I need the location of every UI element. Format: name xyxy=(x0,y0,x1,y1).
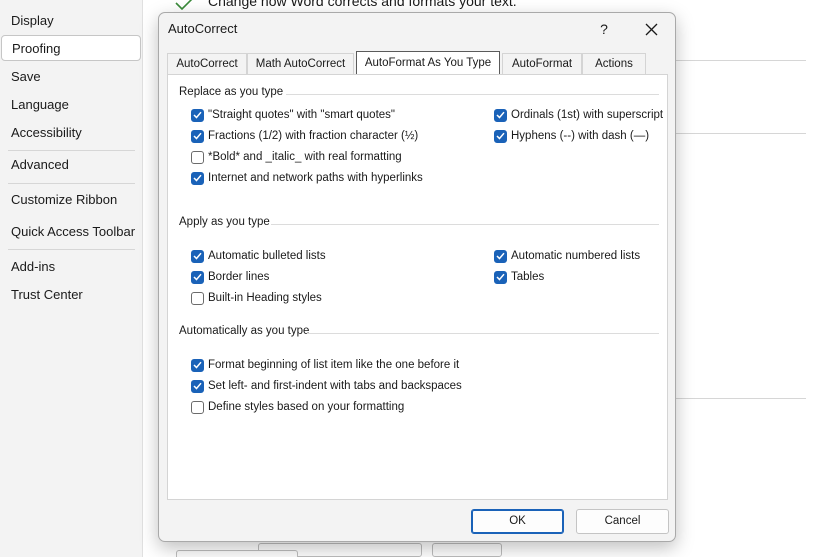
group-title-apply: Apply as you type xyxy=(179,216,270,228)
option-label: Internet and network paths with hyperlin… xyxy=(208,172,423,184)
option-label: Define styles based on your formatting xyxy=(208,401,405,413)
option-label: Automatic numbered lists xyxy=(511,250,641,262)
autocorrect-dialog: AutoCorrect ? AutoCorrect Math AutoCorre… xyxy=(158,12,676,542)
option-fractions[interactable]: Fractions (1/2) with fraction character … xyxy=(191,128,418,144)
sidebar-separator xyxy=(8,249,135,250)
options-page-description: Change how Word corrects and formats you… xyxy=(208,0,517,9)
option-label: Hyphens (--) with dash (—) xyxy=(511,130,650,142)
check-icon xyxy=(193,361,202,369)
sidebar-item-add-ins[interactable]: Add-ins xyxy=(0,254,142,280)
sidebar-item-language[interactable]: Language xyxy=(0,92,142,118)
checkbox[interactable] xyxy=(494,270,507,284)
tab-actions[interactable]: Actions xyxy=(582,53,646,74)
sidebar-item-advanced[interactable]: Advanced xyxy=(0,152,142,178)
option-label: Border lines xyxy=(208,271,270,283)
option-label: Fractions (1/2) with fraction character … xyxy=(208,130,419,142)
checkbox[interactable] xyxy=(494,129,507,143)
group-divider xyxy=(307,333,659,334)
option-label: Ordinals (1st) with superscript xyxy=(511,109,664,121)
checkbox[interactable] xyxy=(191,249,204,263)
background-button[interactable] xyxy=(176,550,298,557)
sidebar-separator xyxy=(8,183,135,184)
tab-autoformat-as-you-type[interactable]: AutoFormat As You Type xyxy=(356,51,500,75)
option-format-list-beginning[interactable]: Format beginning of list item like the o… xyxy=(191,357,459,373)
checkbox[interactable] xyxy=(191,379,204,393)
sidebar-item-save[interactable]: Save xyxy=(0,64,142,90)
checkmark-icon xyxy=(175,0,193,11)
option-hyperlinks[interactable]: Internet and network paths with hyperlin… xyxy=(191,170,423,186)
checkbox[interactable] xyxy=(191,129,204,143)
options-sidebar: Display Proofing Save Language Accessibi… xyxy=(0,0,143,557)
checkbox[interactable] xyxy=(494,249,507,263)
option-label: Tables xyxy=(511,271,545,283)
checkbox[interactable] xyxy=(191,291,204,305)
option-set-indent[interactable]: Set left- and first-indent with tabs and… xyxy=(191,378,462,394)
help-button[interactable]: ? xyxy=(589,16,619,42)
group-divider xyxy=(271,224,659,225)
check-icon xyxy=(496,273,505,281)
group-title-replace: Replace as you type xyxy=(179,86,284,98)
close-icon xyxy=(645,23,658,36)
tab-autocorrect[interactable]: AutoCorrect xyxy=(167,53,247,74)
option-label: "Straight quotes" with "smart quotes" xyxy=(208,109,395,121)
ok-button[interactable]: OK xyxy=(471,509,564,534)
background-button[interactable] xyxy=(432,543,502,557)
check-icon xyxy=(193,174,202,182)
dialog-title: AutoCorrect xyxy=(168,21,238,36)
tab-autoformat[interactable]: AutoFormat xyxy=(502,53,582,74)
option-smart-quotes[interactable]: "Straight quotes" with "smart quotes" xyxy=(191,107,395,123)
section-divider xyxy=(676,398,806,399)
dialog-tabs: AutoCorrect Math AutoCorrect AutoFormat … xyxy=(167,51,667,75)
check-icon xyxy=(193,382,202,390)
option-label: *Bold* and _italic_ with real formatting xyxy=(208,151,402,163)
option-label: Set left- and first-indent with tabs and… xyxy=(208,380,462,392)
check-icon xyxy=(193,273,202,281)
tab-math-autocorrect[interactable]: Math AutoCorrect xyxy=(247,53,354,74)
checkbox[interactable] xyxy=(191,108,204,122)
sidebar-item-proofing[interactable]: Proofing xyxy=(1,35,141,61)
section-divider xyxy=(676,133,806,134)
check-icon xyxy=(193,252,202,260)
checkbox[interactable] xyxy=(191,270,204,284)
option-hyphens[interactable]: Hyphens (--) with dash (—) xyxy=(494,128,649,144)
check-icon xyxy=(496,111,505,119)
sidebar-item-customize-ribbon[interactable]: Customize Ribbon xyxy=(0,187,142,213)
cancel-button[interactable]: Cancel xyxy=(576,509,669,534)
group-title-automatically: Automatically as you type xyxy=(179,325,310,337)
check-icon xyxy=(193,132,202,140)
close-button[interactable] xyxy=(635,16,669,42)
option-bulleted-lists[interactable]: Automatic bulleted lists xyxy=(191,248,326,264)
checkbox[interactable] xyxy=(191,150,204,164)
checkbox[interactable] xyxy=(494,108,507,122)
option-ordinals[interactable]: Ordinals (1st) with superscript xyxy=(494,107,663,123)
tab-panel: Replace as you type "Straight quotes" wi… xyxy=(167,74,668,500)
option-bold-italic[interactable]: *Bold* and _italic_ with real formatting xyxy=(191,149,402,165)
sidebar-item-accessibility[interactable]: Accessibility xyxy=(0,120,142,146)
option-label: Automatic bulleted lists xyxy=(208,250,326,262)
option-heading-styles[interactable]: Built-in Heading styles xyxy=(191,290,322,306)
check-icon xyxy=(193,111,202,119)
sidebar-item-trust-center[interactable]: Trust Center xyxy=(0,282,142,308)
sidebar-item-display[interactable]: Display xyxy=(0,8,142,34)
option-border-lines[interactable]: Border lines xyxy=(191,269,269,285)
option-label: Built-in Heading styles xyxy=(208,292,322,304)
checkbox[interactable] xyxy=(191,171,204,185)
sidebar-item-quick-access-toolbar[interactable]: Quick Access Toolbar xyxy=(0,219,142,245)
group-divider xyxy=(286,94,659,95)
sidebar-separator xyxy=(8,150,135,151)
section-divider xyxy=(676,60,806,61)
option-define-styles[interactable]: Define styles based on your formatting xyxy=(191,399,404,415)
option-numbered-lists[interactable]: Automatic numbered lists xyxy=(494,248,640,264)
check-icon xyxy=(496,132,505,140)
check-icon xyxy=(496,252,505,260)
checkbox[interactable] xyxy=(191,358,204,372)
checkbox[interactable] xyxy=(191,400,204,414)
option-tables[interactable]: Tables xyxy=(494,269,544,285)
option-label: Format beginning of list item like the o… xyxy=(208,359,460,371)
